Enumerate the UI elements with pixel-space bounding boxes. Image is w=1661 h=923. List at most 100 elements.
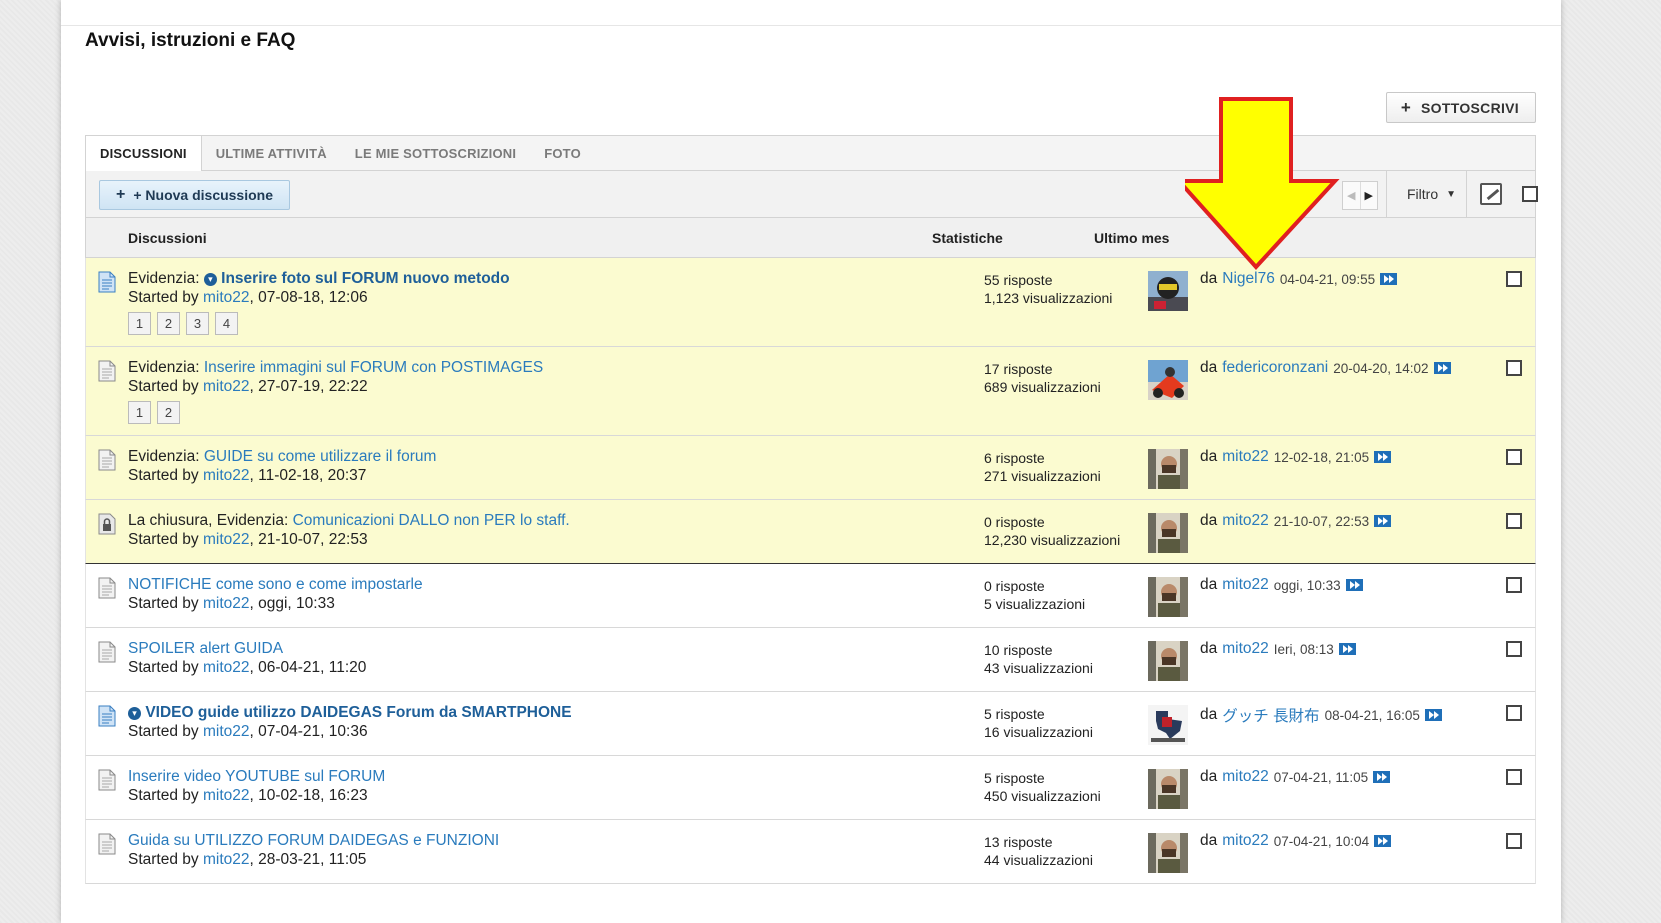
author-link[interactable]: mito22 xyxy=(203,659,250,676)
author-link[interactable]: mito22 xyxy=(203,595,250,612)
edit-icon[interactable] xyxy=(1480,183,1502,205)
top-strip xyxy=(61,0,1561,26)
chevron-down-icon: ▼ xyxy=(1446,188,1457,200)
thread-title-link[interactable]: Comunicazioni DALLO non PER lo staff. xyxy=(293,512,570,529)
thread-checkbox[interactable] xyxy=(1506,833,1522,849)
helmet-avatar[interactable] xyxy=(1148,271,1188,311)
author-link[interactable]: mito22 xyxy=(203,467,250,484)
thread-title-link[interactable]: SPOILER alert GUIDA xyxy=(128,640,283,657)
started-label: Started by xyxy=(128,787,199,804)
thread-title-link[interactable]: Inserire video YOUTUBE sul FORUM xyxy=(128,768,385,785)
thread-checkbox[interactable] xyxy=(1506,705,1522,721)
author-link[interactable]: mito22 xyxy=(203,787,250,804)
last-post-user-link[interactable]: mito22 xyxy=(1222,576,1269,594)
man-avatar[interactable] xyxy=(1148,833,1188,873)
thread-prefix: La chiusura, Evidenzia: xyxy=(128,512,289,529)
started-label: Started by xyxy=(128,595,199,612)
started-date: , 07-04-21, 10:36 xyxy=(249,723,368,740)
page-link[interactable]: 3 xyxy=(186,312,209,335)
doc-gray-icon xyxy=(98,360,116,382)
texas-avatar[interactable] xyxy=(1148,705,1188,745)
man-avatar[interactable] xyxy=(1148,577,1188,617)
man-avatar[interactable] xyxy=(1148,513,1188,553)
go-to-last-post-icon[interactable] xyxy=(1424,709,1442,721)
thread-checkbox[interactable] xyxy=(1506,577,1522,593)
go-to-last-post-icon[interactable] xyxy=(1374,835,1392,847)
page-link[interactable]: 4 xyxy=(215,312,238,335)
author-link[interactable]: mito22 xyxy=(203,723,250,740)
thread-stats: 5 risposte 16 visualizzazioni xyxy=(984,705,1093,741)
last-post-user-link[interactable]: federicoronzani xyxy=(1222,359,1328,377)
started-date: , 07-08-18, 12:06 xyxy=(249,289,368,306)
moto-avatar[interactable] xyxy=(1148,360,1188,400)
thread-checkbox[interactable] xyxy=(1506,449,1522,465)
last-post-user-link[interactable]: mito22 xyxy=(1222,640,1269,658)
go-to-last-post-icon[interactable] xyxy=(1433,362,1451,374)
thread-started-by: Started by mito22, 07-08-18, 12:06 xyxy=(128,289,368,307)
thread-title-link[interactable]: VIDEO guide utilizzo DAIDEGAS Forum da S… xyxy=(145,704,571,721)
new-discussion-button[interactable]: + + Nuova discussione xyxy=(99,180,291,210)
tab-discussioni[interactable]: DISCUSSIONI xyxy=(86,136,202,171)
column-header: Discussioni Statistiche Ultimo mes xyxy=(85,218,1536,258)
thread-title-link[interactable]: NOTIFICHE come sono e come impostarle xyxy=(128,576,423,593)
last-post-info: da federicoronzani 20-04-20, 14:02 xyxy=(1200,359,1451,377)
last-post-info: da mito22 07-04-21, 10:04 xyxy=(1200,832,1392,850)
last-post-user-link[interactable]: グッチ 長財布 xyxy=(1222,704,1319,726)
last-post-user-link[interactable]: Nigel76 xyxy=(1222,270,1275,288)
prev-page-icon[interactable]: ◀ xyxy=(1343,182,1360,209)
man-avatar[interactable] xyxy=(1148,769,1188,809)
thread-checkbox[interactable] xyxy=(1506,769,1522,785)
author-link[interactable]: mito22 xyxy=(203,851,250,868)
go-to-last-post-icon[interactable] xyxy=(1373,771,1391,783)
thread-checkbox[interactable] xyxy=(1506,271,1522,287)
thread-checkbox[interactable] xyxy=(1506,513,1522,529)
go-to-last-post-icon[interactable] xyxy=(1374,451,1392,463)
view-count: 689 visualizzazioni xyxy=(984,379,1101,395)
thread-prefix: Evidenzia: xyxy=(128,270,200,287)
thread-title-link[interactable]: GUIDE su come utilizzare il forum xyxy=(204,448,437,465)
last-post-user-link[interactable]: mito22 xyxy=(1222,448,1269,466)
tab-foto[interactable]: FOTO xyxy=(530,136,595,170)
author-link[interactable]: mito22 xyxy=(203,289,250,306)
go-to-last-post-icon[interactable] xyxy=(1374,515,1392,527)
column-discussions[interactable]: Discussioni xyxy=(128,230,207,246)
thread-stats: 0 risposte 5 visualizzazioni xyxy=(984,577,1085,613)
select-all-checkbox[interactable] xyxy=(1522,186,1538,202)
thread-title-link[interactable]: Guida su UTILIZZO FORUM DAIDEGAS e FUNZI… xyxy=(128,832,499,849)
page-link[interactable]: 1 xyxy=(128,401,151,424)
man-avatar[interactable] xyxy=(1148,641,1188,681)
thread-checkbox[interactable] xyxy=(1506,360,1522,376)
go-to-last-post-icon[interactable] xyxy=(1338,643,1356,655)
last-post-user-link[interactable]: mito22 xyxy=(1222,512,1269,530)
thread-stats: 55 risposte 1,123 visualizzazioni xyxy=(984,271,1112,307)
column-stats[interactable]: Statistiche xyxy=(932,230,1003,246)
started-date: , oggi, 10:33 xyxy=(249,595,335,612)
thread-title: Evidenzia: GUIDE su come utilizzare il f… xyxy=(128,448,436,466)
thread-title-link[interactable]: Inserire foto sul FORUM nuovo metodo xyxy=(221,270,509,287)
go-to-last-post-icon[interactable] xyxy=(1345,579,1363,591)
last-post-date: 07-04-21, 11:05 xyxy=(1273,769,1369,785)
author-link[interactable]: mito22 xyxy=(203,378,250,395)
tab-ultime-attivita[interactable]: ULTIME ATTIVITÀ xyxy=(202,136,341,170)
thread-stats: 5 risposte 450 visualizzazioni xyxy=(984,769,1101,805)
column-last-post[interactable]: Ultimo mes xyxy=(1094,230,1169,246)
doc-blue-icon xyxy=(98,705,116,727)
subscribe-button[interactable]: + SOTTOSCRIVI xyxy=(1385,92,1536,123)
thread-title-link[interactable]: Inserire immagini sul FORUM con POSTIMAG… xyxy=(204,359,543,376)
author-link[interactable]: mito22 xyxy=(203,531,250,548)
last-post-user-link[interactable]: mito22 xyxy=(1222,832,1269,850)
view-count: 271 visualizzazioni xyxy=(984,468,1101,484)
go-to-last-post-icon[interactable] xyxy=(1380,273,1398,285)
page-link[interactable]: 2 xyxy=(157,401,180,424)
last-post-info: da mito22 07-04-21, 11:05 xyxy=(1200,768,1391,786)
last-post-user-link[interactable]: mito22 xyxy=(1222,768,1269,786)
man-avatar[interactable] xyxy=(1148,449,1188,489)
page-link[interactable]: 2 xyxy=(157,312,180,335)
thread-checkbox[interactable] xyxy=(1506,641,1522,657)
next-page-icon[interactable]: ▶ xyxy=(1359,182,1378,209)
page-link[interactable]: 1 xyxy=(128,312,151,335)
thread-stats: 6 risposte 271 visualizzazioni xyxy=(984,449,1101,485)
doc-gray-icon xyxy=(98,577,116,599)
tab-mie-sottoscrizioni[interactable]: LE MIE SOTTOSCRIZIONI xyxy=(341,136,530,170)
filter-dropdown[interactable]: Filtro ▼ xyxy=(1407,171,1456,217)
